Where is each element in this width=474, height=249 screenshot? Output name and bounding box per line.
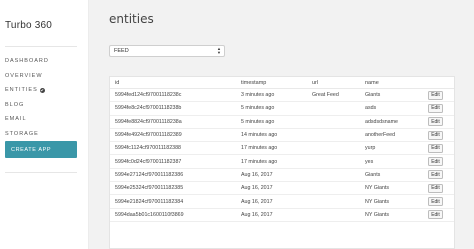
cell-actions: Edit <box>428 130 454 140</box>
cell-timestamp: Aug 16, 2017 <box>241 198 273 205</box>
edit-button[interactable]: Edit <box>428 170 443 180</box>
app-title: Turbo 360 <box>5 20 53 31</box>
cell-name: asds <box>365 105 377 112</box>
header-id: id <box>115 79 120 86</box>
cell-id: 5994fe8c24cf97001118238b <box>115 105 182 112</box>
cell-id: 5994fe8824cf97001118238a <box>115 118 182 125</box>
cell-name: Giants <box>365 171 381 178</box>
sidebar-item-label: ENTITIES <box>5 87 38 94</box>
table-row: 5994fc1124cf970011182388 17 minutes ago … <box>110 142 454 156</box>
cell-id: 5994daa5b01c1600110f3869 <box>115 211 184 218</box>
sidebar-item-email[interactable]: EMAIL <box>5 112 85 127</box>
entity-select[interactable]: FEED ▲ ▼ <box>109 45 225 57</box>
header-name: name <box>365 79 379 86</box>
table-row: 5994fe8c24cf97001118238b 5 minutes ago a… <box>110 102 454 116</box>
sidebar-item-label: STORAGE <box>5 130 39 137</box>
cell-timestamp: 14 minutes ago <box>241 132 278 139</box>
cell-actions: Edit <box>428 197 454 207</box>
cell-actions: Edit <box>428 157 454 167</box>
cell-timestamp: 5 minutes ago <box>241 118 275 125</box>
cell-timestamp: Aug 16, 2017 <box>241 211 273 218</box>
sidebar-divider <box>5 172 77 173</box>
sidebar-divider <box>5 46 77 47</box>
cell-timestamp: 17 minutes ago <box>241 158 278 165</box>
checkmark-icon <box>39 87 45 93</box>
edit-button[interactable]: Edit <box>428 197 443 207</box>
sidebar-item-label: OVERVIEW <box>5 72 43 79</box>
cell-timestamp: 3 minutes ago <box>241 92 275 99</box>
cell-name: NY Giants <box>365 198 390 205</box>
cell-actions: Edit <box>428 90 454 100</box>
table-row: 5994e27124cf970011182386 Aug 16, 2017 Gi… <box>110 169 454 183</box>
header-url: url <box>312 79 319 86</box>
sidebar-item-label: DASHBOARD <box>5 58 49 65</box>
edit-button[interactable]: Edit <box>428 143 443 153</box>
sidebar-item-label: BLOG <box>5 101 25 108</box>
cell-name: anotherFeed <box>365 132 396 139</box>
cell-name: adsdsdsname <box>365 118 398 125</box>
create-app-button[interactable]: CREATE APP <box>5 141 77 158</box>
select-arrows-icon: ▲ ▼ <box>217 46 221 55</box>
sidebar-nav: DASHBOARD OVERVIEW ENTITIES BLOG EMAIL S… <box>5 54 85 141</box>
cell-name: Giants <box>365 92 381 99</box>
table-row: 5994fc0d24cf970011182387 17 minutes ago … <box>110 155 454 169</box>
cell-timestamp: 5 minutes ago <box>241 105 275 112</box>
sidebar: Turbo 360 DASHBOARD OVERVIEW ENTITIES BL… <box>0 0 89 249</box>
table-row: 5994fe4924cf970011182389 14 minutes ago … <box>110 129 454 143</box>
cell-actions: Edit <box>428 117 454 127</box>
main-content: entities FEED ▲ ▼ id timestamp url name 5… <box>89 0 474 249</box>
sidebar-item-entities[interactable]: ENTITIES <box>5 83 85 98</box>
edit-button[interactable]: Edit <box>428 90 443 100</box>
cell-id: 5994fed124cf97001118238c <box>115 92 182 99</box>
cell-url: Great Feed <box>312 92 339 99</box>
edit-button[interactable]: Edit <box>428 103 443 113</box>
cell-id: 5994fc1124cf970011182388 <box>115 145 181 152</box>
cell-actions: Edit <box>428 183 454 193</box>
edit-button[interactable]: Edit <box>428 210 443 220</box>
cell-id: 5994e21824cf970011182384 <box>115 198 184 205</box>
header-timestamp: timestamp <box>241 79 267 86</box>
page-title: entities <box>109 12 154 26</box>
sidebar-item-overview[interactable]: OVERVIEW <box>5 69 85 84</box>
table-row: 5994e21824cf970011182384 Aug 16, 2017 NY… <box>110 195 454 209</box>
cell-actions: Edit <box>428 143 454 153</box>
cell-id: 5994fc0d24cf970011182387 <box>115 158 182 165</box>
cell-timestamp: Aug 16, 2017 <box>241 171 273 178</box>
sidebar-item-dashboard[interactable]: DASHBOARD <box>5 54 85 69</box>
cell-name: yes <box>365 158 374 165</box>
cell-id: 5994e25324cf970011182385 <box>115 185 184 192</box>
table-body: 5994fed124cf97001118238c 3 minutes ago G… <box>110 89 454 222</box>
cell-id: 5994fe4924cf970011182389 <box>115 132 182 139</box>
entity-select-value: FEED <box>114 48 129 54</box>
edit-button[interactable]: Edit <box>428 183 443 193</box>
edit-button[interactable]: Edit <box>428 117 443 127</box>
table-row: 5994daa5b01c1600110f3869 Aug 16, 2017 NY… <box>110 209 454 222</box>
table-row: 5994e25324cf970011182385 Aug 16, 2017 NY… <box>110 182 454 196</box>
cell-actions: Edit <box>428 103 454 113</box>
cell-timestamp: Aug 16, 2017 <box>241 185 273 192</box>
sidebar-item-label: EMAIL <box>5 116 27 123</box>
table-header: id timestamp url name <box>110 77 454 89</box>
table-row: 5994fe8824cf97001118238a 5 minutes ago a… <box>110 116 454 129</box>
edit-button[interactable]: Edit <box>428 130 443 140</box>
edit-button[interactable]: Edit <box>428 157 443 167</box>
cell-actions: Edit <box>428 170 454 180</box>
cell-id: 5994e27124cf970011182386 <box>115 171 184 178</box>
cell-name: yurp <box>365 145 376 152</box>
cell-timestamp: 17 minutes ago <box>241 145 278 152</box>
cell-name: NY Giants <box>365 185 390 192</box>
sidebar-item-storage[interactable]: STORAGE <box>5 127 85 142</box>
cell-name: NY Giants <box>365 211 390 218</box>
table-row: 5994fed124cf97001118238c 3 minutes ago G… <box>110 89 454 103</box>
sidebar-item-blog[interactable]: BLOG <box>5 98 85 113</box>
cell-actions: Edit <box>428 210 454 220</box>
entities-table: id timestamp url name 5994fed124cf970011… <box>109 76 455 249</box>
